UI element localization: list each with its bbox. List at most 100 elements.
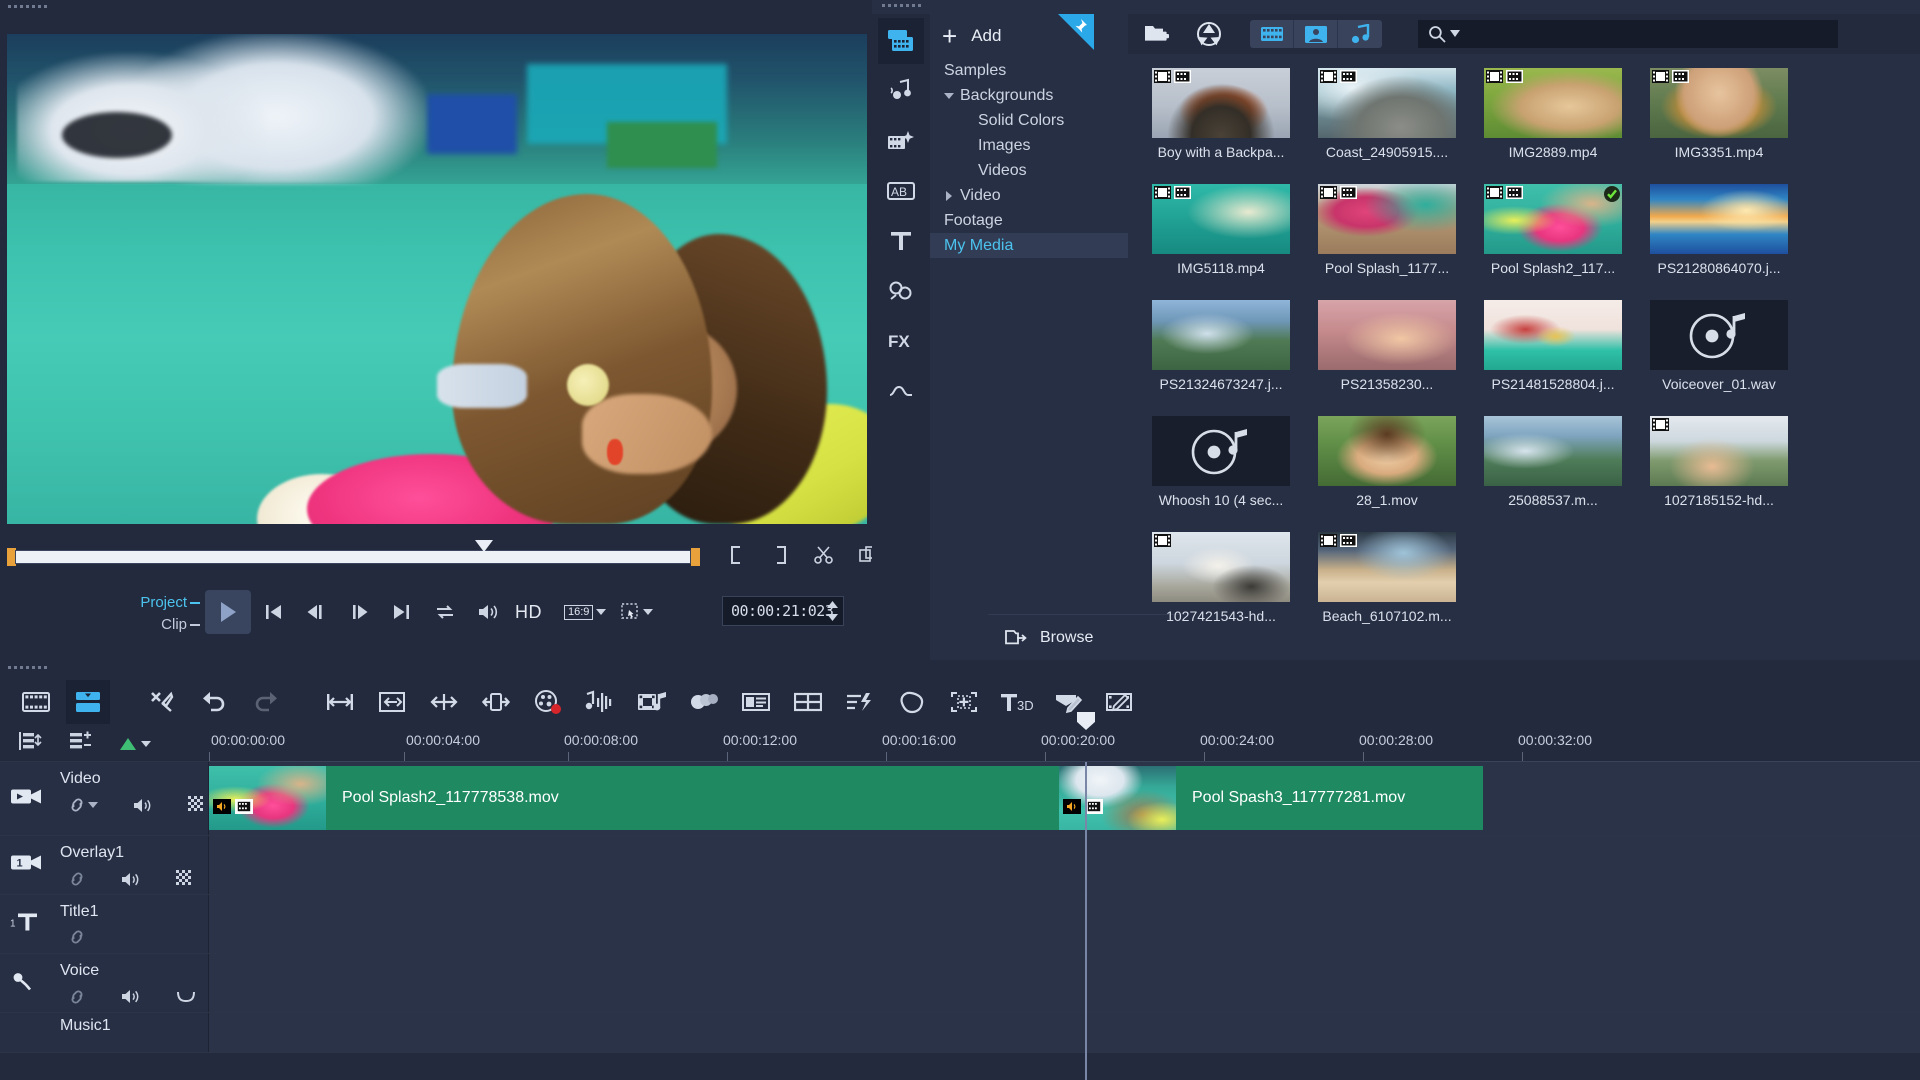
mask-toggle[interactable] (188, 796, 206, 814)
link-toggle[interactable] (68, 871, 86, 887)
tree-item-videos[interactable]: Videos (930, 158, 1128, 183)
media-thumbnail[interactable] (1484, 416, 1622, 486)
track-header[interactable]: Music1 (0, 1013, 209, 1052)
aspect-ratio-selector[interactable]: 16:9 (564, 604, 607, 620)
track-title1[interactable]: 1 Title1 (0, 895, 1920, 954)
link-toggle[interactable] (68, 929, 86, 945)
media-item[interactable]: Coast_24905915.... (1304, 68, 1470, 184)
track-overlay1[interactable]: 1 Overlay1 (0, 836, 1920, 895)
freeze-frame-button[interactable] (890, 680, 934, 724)
mask-creator-button[interactable] (942, 680, 986, 724)
media-thumbnail[interactable] (1650, 300, 1788, 370)
media-item[interactable]: PS21324673247.j... (1138, 300, 1304, 416)
rail-fx-tab[interactable]: FX (878, 318, 924, 364)
filter-photo-button[interactable] (1294, 20, 1338, 48)
mark-out-icon[interactable] (767, 542, 793, 568)
media-thumbnail[interactable] (1318, 184, 1456, 254)
tree-item-solid-colors[interactable]: Solid Colors (930, 108, 1128, 133)
media-item[interactable]: Pool Splash_1177... (1304, 184, 1470, 300)
tree-item-backgrounds[interactable]: Backgrounds (930, 83, 1128, 108)
storyboard-view-button[interactable] (14, 680, 58, 724)
volume-toggle[interactable] (120, 988, 142, 1005)
track-lane[interactable]: Pool Splash2_117778538.mov Pool Spash3_1… (209, 762, 1920, 835)
subtitle-editor-button[interactable] (734, 680, 778, 724)
media-item[interactable]: Whoosh 10 (4 sec... (1138, 416, 1304, 532)
motion-tracking-button[interactable] (630, 680, 674, 724)
media-thumbnail[interactable] (1650, 184, 1788, 254)
marker-menu-button[interactable] (118, 736, 151, 752)
media-item[interactable]: 1027421543-hd... (1138, 532, 1304, 648)
rail-titles-tab[interactable] (878, 218, 924, 264)
track-header[interactable]: Video (0, 762, 209, 835)
playhead-marker[interactable] (1077, 712, 1095, 730)
library-panel-grip[interactable] (882, 4, 921, 7)
media-item[interactable]: Beach_6107102.m... (1304, 532, 1470, 648)
split-screen-button[interactable] (786, 680, 830, 724)
scrub-playhead[interactable] (475, 540, 493, 552)
timeline-clip[interactable]: Pool Spash3_117777281.mov (1059, 766, 1483, 830)
media-thumbnail[interactable] (1484, 184, 1622, 254)
media-thumbnail[interactable] (1152, 532, 1290, 602)
media-thumbnail[interactable] (1318, 416, 1456, 486)
timecode-display[interactable]: 00:00:21:023 (722, 596, 844, 626)
repeat-button[interactable] (423, 590, 466, 634)
track-header[interactable]: 1 Overlay1 (0, 836, 209, 894)
timeline-playhead[interactable] (1085, 762, 1087, 1080)
go-to-end-button[interactable] (380, 590, 423, 634)
add-track-button[interactable] (68, 730, 92, 757)
media-thumbnail[interactable] (1152, 416, 1290, 486)
add-media-button[interactable]: + Add (930, 14, 1128, 58)
title-3d-button[interactable]: 3D (994, 680, 1038, 724)
rail-audio-tab[interactable] (878, 68, 924, 114)
media-item[interactable]: IMG2889.mp4 (1470, 68, 1636, 184)
media-item[interactable]: Pool Splash2_117... (1470, 184, 1636, 300)
rail-path-tab[interactable] (878, 368, 924, 414)
timeline-view-button[interactable] (66, 680, 110, 724)
quality-label[interactable]: HD (515, 602, 542, 623)
media-thumbnail[interactable] (1650, 416, 1788, 486)
media-thumbnail[interactable] (1484, 68, 1622, 138)
media-item[interactable]: PS21358230... (1304, 300, 1470, 416)
multicam-button[interactable] (682, 680, 726, 724)
track-music1[interactable]: Music1 (0, 1013, 1920, 1053)
media-item[interactable]: PS21280864070.j... (1636, 184, 1802, 300)
video-edit-button[interactable] (1098, 680, 1142, 724)
go-to-start-button[interactable] (251, 590, 294, 634)
play-button[interactable] (205, 590, 251, 634)
track-header[interactable]: 1 Title1 (0, 895, 209, 953)
mark-in-icon[interactable] (723, 542, 749, 568)
filter-video-button[interactable] (1250, 20, 1294, 48)
mix-tools-button[interactable] (140, 680, 184, 724)
filter-audio-button[interactable] (1338, 20, 1382, 48)
trim-handle-end[interactable] (691, 548, 700, 566)
undo-button[interactable] (192, 680, 236, 724)
twisty-open-icon[interactable] (944, 92, 954, 99)
preview-panel-grip[interactable] (8, 5, 47, 8)
media-thumbnail[interactable] (1152, 68, 1290, 138)
link-toggle[interactable] (68, 797, 98, 813)
audio-mixer-button[interactable] (578, 680, 622, 724)
rail-transitions-tab[interactable]: AB (878, 168, 924, 214)
fit-project-button[interactable] (370, 680, 414, 724)
rail-graphics-tab[interactable] (878, 268, 924, 314)
adjust-width-button[interactable] (422, 680, 466, 724)
search-input[interactable] (1464, 26, 1794, 42)
split-clip-icon[interactable] (811, 542, 837, 568)
media-thumbnail[interactable] (1318, 532, 1456, 602)
media-item[interactable]: IMG5118.mp4 (1138, 184, 1304, 300)
fade-toggle[interactable] (176, 990, 196, 1004)
video-preview[interactable] (7, 34, 867, 524)
library-search[interactable] (1418, 20, 1838, 48)
volume-toggle[interactable] (132, 797, 154, 814)
media-thumbnail[interactable] (1152, 184, 1290, 254)
media-item[interactable]: 28_1.mov (1304, 416, 1470, 532)
tree-item-images[interactable]: Images (930, 133, 1128, 158)
next-frame-button[interactable] (337, 590, 380, 634)
track-header[interactable]: Voice (0, 954, 209, 1012)
tree-item-video[interactable]: Video (930, 183, 1128, 208)
mode-project-label[interactable]: Project (140, 594, 187, 611)
zoom-to-fit-button[interactable] (318, 680, 362, 724)
color-record-button[interactable] (526, 680, 570, 724)
media-thumbnail[interactable] (1484, 300, 1622, 370)
tree-item-my-media[interactable]: My Media (930, 233, 1128, 258)
